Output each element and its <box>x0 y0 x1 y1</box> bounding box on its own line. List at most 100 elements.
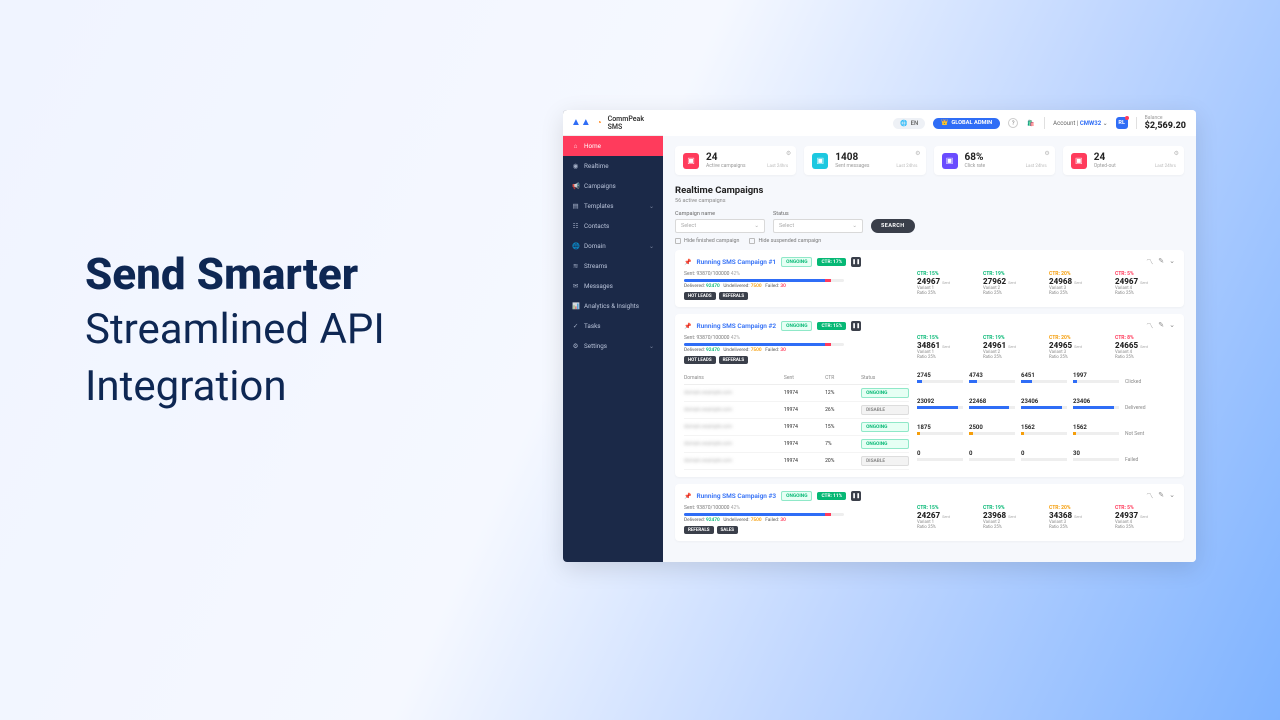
edit-icon[interactable]: ✎ <box>1158 321 1164 331</box>
nav-item-campaigns[interactable]: 📢Campaigns <box>563 176 663 196</box>
campaign-name-link[interactable]: Running SMS Campaign #1 <box>696 258 776 266</box>
domain-status-badge: ONGOING <box>861 422 909 432</box>
help-icon[interactable]: ? <box>1008 118 1018 128</box>
cart-icon[interactable]: 🛍️ <box>1026 118 1036 128</box>
topbar: 🌐 EN 👑 GLOBAL ADMIN ? 🛍️ Account | CMW32… <box>663 110 1196 136</box>
pause-button[interactable]: ❚❚ <box>851 257 861 267</box>
nav-icon: ▤ <box>572 202 579 210</box>
pin-icon[interactable]: 📌 <box>684 259 691 266</box>
gear-icon[interactable]: ⚙ <box>915 150 920 157</box>
domain-name: domain.example.com <box>684 441 780 447</box>
nav: ⌂Home◉Realtime📢Campaigns ▤ Templates ⌄ ☷Cont… <box>563 136 663 356</box>
domain-name: domain.example.com <box>684 390 780 396</box>
spark-cell: 1562 <box>1021 424 1067 444</box>
sent-text: Sent: 93870/100000 42% <box>684 505 909 511</box>
campaign-name-select[interactable]: Select⌄ <box>675 219 765 233</box>
domain-status-badge: ONGOING <box>861 439 909 449</box>
gear-icon[interactable]: ⚙ <box>1044 150 1049 157</box>
nav-item-templates[interactable]: ▤Templates⌄ <box>563 196 663 216</box>
pin-icon[interactable]: 📌 <box>684 323 691 330</box>
chevron-down-icon[interactable]: ⌄ <box>1169 257 1175 267</box>
chevron-down-icon: ⌄ <box>649 243 654 250</box>
nav-item-tasks[interactable]: ✓Tasks <box>563 316 663 336</box>
spark-cell: 1875 <box>917 424 963 444</box>
edit-icon[interactable]: ✎ <box>1158 257 1164 267</box>
ctr-badge: CTR: 17% <box>817 258 846 266</box>
nav-item-realtime[interactable]: ◉Realtime <box>563 156 663 176</box>
chevron-down-icon[interactable]: ⌄ <box>1169 491 1175 501</box>
nav-item-settings[interactable]: ⚙Settings⌄ <box>563 336 663 356</box>
nav-item-streams[interactable]: ≋Streams <box>563 256 663 276</box>
tags: REFERALSSALES <box>684 526 909 534</box>
chevron-down-icon: ⌄ <box>754 223 759 229</box>
lang-switch[interactable]: 🌐 EN <box>893 118 925 129</box>
nav-label: Contacts <box>584 222 609 230</box>
nav-icon: ✉ <box>572 282 579 290</box>
global-admin-button[interactable]: 👑 GLOBAL ADMIN <box>933 118 1000 129</box>
spark-cell: 2745 <box>917 372 963 392</box>
domain-name: domain.example.com <box>684 424 780 430</box>
pin-icon[interactable]: 📌 <box>684 493 691 500</box>
nav-label: Tasks <box>584 322 601 330</box>
kpi-icon: ▣ <box>683 153 699 169</box>
hide-suspended-checkbox[interactable]: Hide suspended campaign <box>749 238 821 244</box>
nav-icon: 📢 <box>572 182 579 190</box>
nav-label: Analytics & Insights <box>584 302 639 310</box>
nav-item-analytics-insights[interactable]: 📊Analytics & Insights <box>563 296 663 316</box>
gear-icon[interactable]: ⚙ <box>1174 150 1179 157</box>
campaign-name-link[interactable]: Running SMS Campaign #2 <box>696 322 776 330</box>
domain-name: domain.example.com <box>684 407 780 413</box>
domain-row: domain.example.com1997412%ONGOING <box>684 385 909 402</box>
search-button[interactable]: SEARCH <box>871 219 915 233</box>
avatar[interactable]: RL <box>1116 117 1128 129</box>
nav-icon: ≋ <box>572 262 579 270</box>
chevron-down-icon: ⌄ <box>649 343 654 350</box>
nav-item-home[interactable]: ⌂Home <box>563 136 663 156</box>
spark-row-label: Not Sent <box>1125 424 1175 444</box>
balance-value: $2,569.20 <box>1145 121 1186 131</box>
kpi-icon: ▣ <box>1071 153 1087 169</box>
chart-icon[interactable]: 〽 <box>1146 257 1153 267</box>
variant-value: 24965 Sent <box>1049 341 1109 350</box>
domain-row: domain.example.com1997426%DISABLE <box>684 402 909 419</box>
tag: REFERALS <box>719 292 749 300</box>
lang-label: EN <box>911 120 919 127</box>
nav-label: Templates <box>584 202 613 210</box>
spark-grid: 2745474364511997Clicked23092224682340623… <box>917 372 1175 470</box>
nav-item-domain[interactable]: 🌐Domain⌄ <box>563 236 663 256</box>
tag: HOT LEADS <box>684 356 716 364</box>
sidebar: ▲▲ ◔ CommPeak SMS ⌂Home◉Realtime📢Campaig… <box>563 110 663 562</box>
chart-icon[interactable]: 〽 <box>1146 321 1153 331</box>
tags: HOT LEADSREFERALS <box>684 292 909 300</box>
admin-label: GLOBAL ADMIN <box>951 120 992 126</box>
campaign-list: 📌 Running SMS Campaign #1 ONGOING CTR: 17% ❚… <box>675 250 1184 541</box>
brand-name: CommPeak SMS <box>608 115 655 131</box>
variant-value: 24967 Sent <box>1115 277 1175 286</box>
chevron-down-icon[interactable]: ⌄ <box>1169 321 1175 331</box>
gear-icon[interactable]: ⚙ <box>786 150 791 157</box>
variant-value: 24961 Sent <box>983 341 1043 350</box>
ctr-badge: CTR: 11% <box>817 492 846 500</box>
status-badge: ONGOING <box>781 321 812 331</box>
pause-button[interactable]: ❚❚ <box>851 491 861 501</box>
spark-cell: 1997 <box>1073 372 1119 392</box>
deliver-line: Delivered: 92470 Undelivered: 7500 Faile… <box>684 348 909 353</box>
kpi-icon: ▣ <box>942 153 958 169</box>
campaign-name-link[interactable]: Running SMS Campaign #3 <box>696 492 776 500</box>
domain-row: domain.example.com1997415%ONGOING <box>684 419 909 436</box>
variant-ratio: Ratio 25% <box>1115 355 1175 360</box>
variant-value: 34861 Sent <box>917 341 977 350</box>
status-select[interactable]: Select⌄ <box>773 219 863 233</box>
filter-checks: Hide finished campaign Hide suspended ca… <box>675 238 1184 244</box>
nav-item-contacts[interactable]: ☷Contacts <box>563 216 663 236</box>
chart-icon[interactable]: 〽 <box>1146 491 1153 501</box>
pause-button[interactable]: ❚❚ <box>851 321 861 331</box>
account-switch[interactable]: Account | CMW32 ⌄ <box>1053 120 1108 127</box>
variant-col: CTR: 20%24968 SentVariant 3Ratio 25% <box>1049 271 1109 300</box>
variants-row: CTR: 15%34861 SentVariant 1Ratio 25%CTR:… <box>917 335 1175 364</box>
kpi-card: ⚙▣68%Click rateLast 24hrs <box>934 146 1055 175</box>
nav-item-messages[interactable]: ✉Messages <box>563 276 663 296</box>
domains-header: DomainsSentCTRStatus <box>684 372 909 385</box>
hide-finished-checkbox[interactable]: Hide finished campaign <box>675 238 739 244</box>
edit-icon[interactable]: ✎ <box>1158 491 1164 501</box>
